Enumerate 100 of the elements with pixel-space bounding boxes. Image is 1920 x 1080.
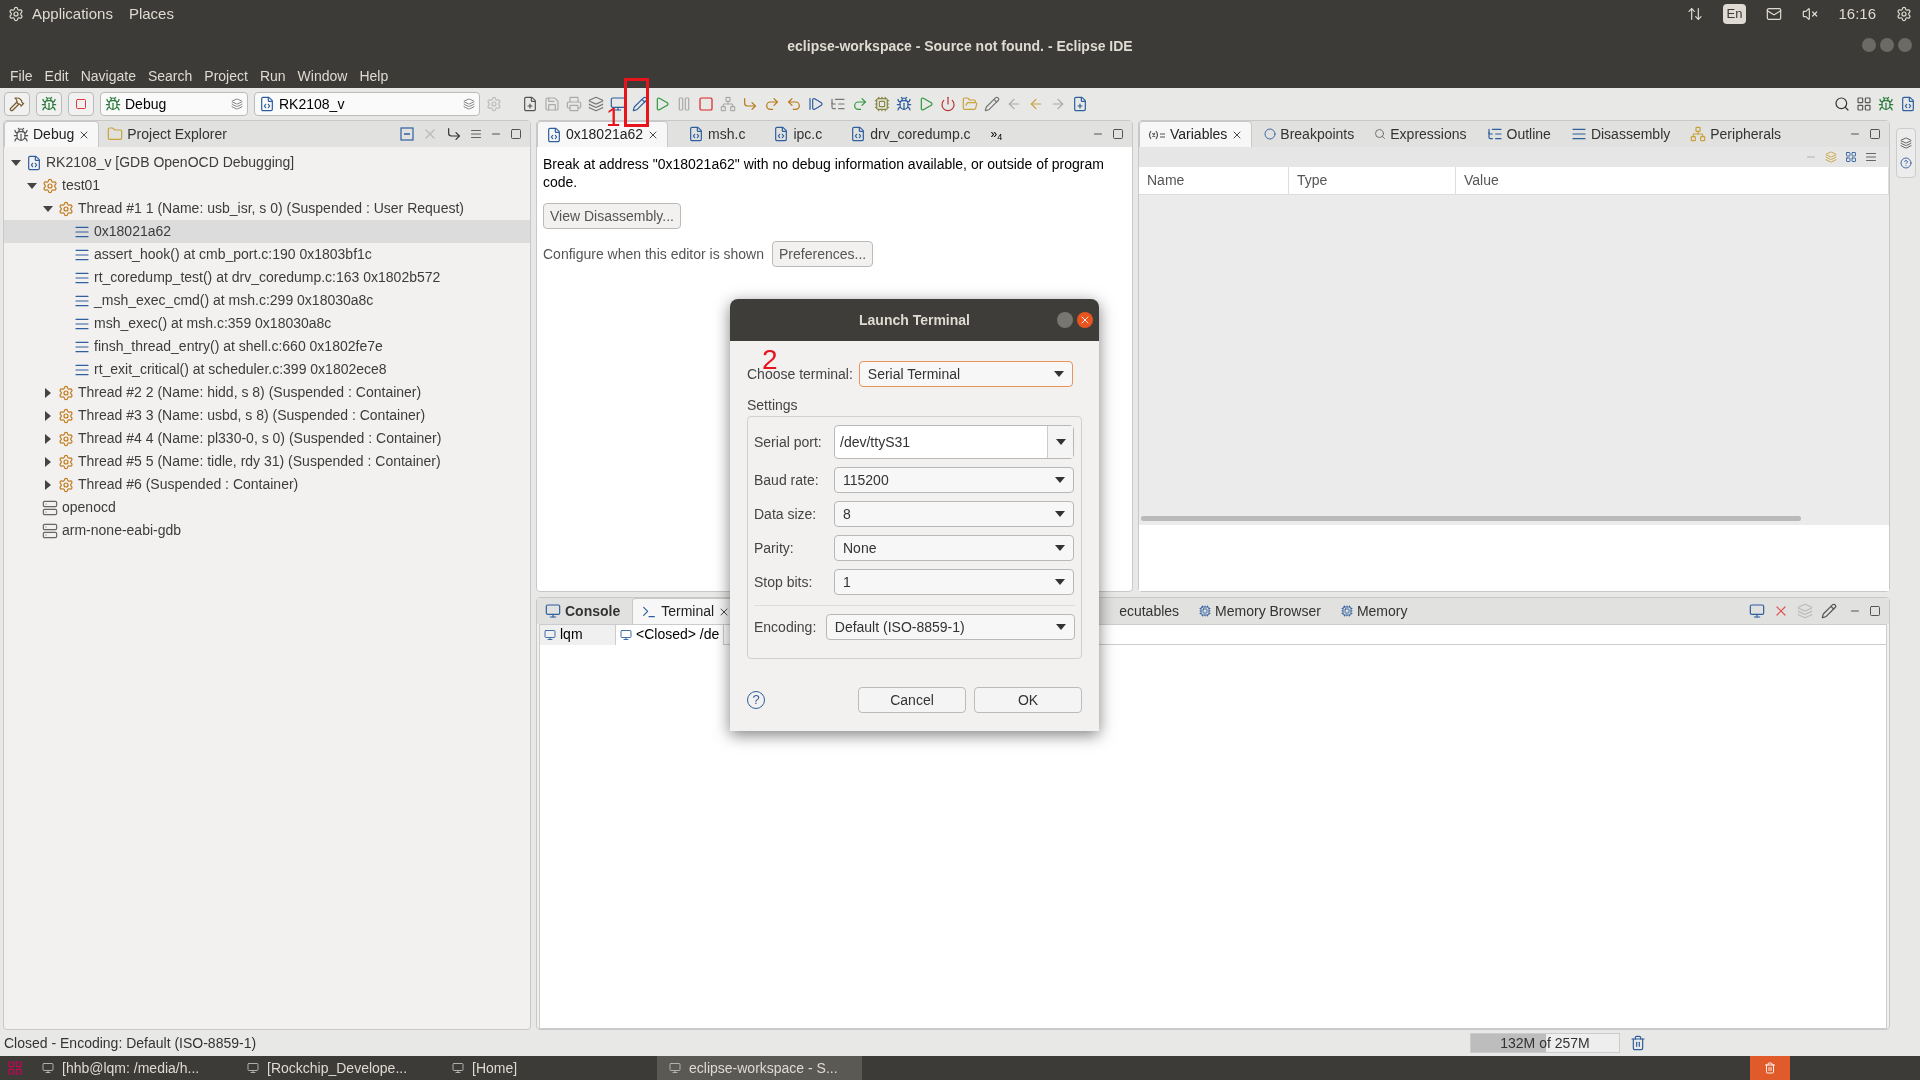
taskbar-item[interactable]: eclipse-workspace - S...	[657, 1056, 862, 1080]
view-tab[interactable]: Debug	[4, 121, 100, 147]
menu-item[interactable]: Edit	[38, 65, 75, 87]
panel-menu[interactable]: Applications	[32, 2, 113, 26]
build-button[interactable]	[4, 92, 30, 116]
view-tab[interactable]: ecutables	[1111, 598, 1188, 624]
clock[interactable]: 16:16	[1838, 2, 1876, 26]
column-header[interactable]: Value	[1456, 167, 1889, 194]
taskbar-item[interactable]: [Home]	[440, 1056, 645, 1080]
tree-item[interactable]: Thread #4 4 (Name: pl330-0, s 0) (Suspended : Container)	[4, 427, 530, 450]
tree-item[interactable]: Thread #6 (Suspended : Container)	[4, 473, 530, 496]
view-tab[interactable]: Disassembly	[1562, 121, 1679, 147]
step-into-button[interactable]	[742, 96, 758, 112]
tree-item[interactable]: assert_hook() at cmb_port.c:190 0x1803bf1c	[4, 243, 530, 266]
menu-item[interactable]: File	[4, 65, 39, 87]
pencil-button[interactable]	[984, 96, 1000, 112]
debug-button[interactable]	[36, 92, 62, 116]
dialog-button[interactable]: Cancel	[858, 687, 966, 713]
stop-button[interactable]	[68, 92, 94, 116]
editable-dropdown[interactable]: /dev/ttyS31	[834, 425, 1074, 459]
view-tab[interactable]: Outline	[1478, 121, 1559, 147]
dropdown[interactable]: 1	[834, 569, 1074, 595]
step-return-button[interactable]	[786, 96, 802, 112]
view-tab[interactable]: Expressions	[1366, 121, 1475, 147]
view-tab[interactable]: msh.c	[680, 121, 754, 147]
tree-item[interactable]: Thread #2 2 (Name: hidd, s 8) (Suspended : Container)	[4, 381, 530, 404]
dropdown[interactable]: Default (ISO-8859-1)	[825, 614, 1075, 640]
tree-item[interactable]: RK2108_v [GDB OpenOCD Debugging]	[4, 151, 530, 174]
tree-item[interactable]: Thread #3 3 (Name: usbd, s 8) (Suspended : Container)	[4, 404, 530, 427]
view-tab[interactable]: Breakpoints	[1256, 121, 1363, 147]
layers-button[interactable]	[588, 96, 604, 112]
stop-button[interactable]	[698, 96, 714, 112]
collapsed-arrow-icon[interactable]	[43, 479, 53, 490]
tree-item[interactable]: Thread #5 5 (Name: tidle, rdy 31) (Suspended : Container)	[4, 450, 530, 473]
collapsed-arrow-icon[interactable]	[43, 433, 53, 444]
view-tab[interactable]: Memory	[1332, 598, 1416, 624]
view-tab[interactable]: Peripherals	[1682, 121, 1790, 147]
tree-item[interactable]: openocd	[4, 496, 530, 519]
pencil-button[interactable]	[632, 96, 648, 112]
chip-button[interactable]	[874, 96, 890, 112]
taskbar-item[interactable]: [Rockchip_Develope...	[235, 1056, 440, 1080]
open-folder-button[interactable]	[962, 96, 978, 112]
view-disassembly-button[interactable]: View Disassembly...	[543, 203, 681, 229]
view-tab[interactable]: drv_coredump.c	[842, 121, 979, 147]
column-header[interactable]: Type	[1289, 167, 1456, 194]
view-tab[interactable]: Project Explorer	[99, 121, 235, 147]
dropdown[interactable]: 115200	[834, 467, 1074, 493]
menu-item[interactable]: Navigate	[74, 65, 142, 87]
external-tool-button[interactable]	[940, 96, 956, 112]
menu-item[interactable]: Help	[353, 65, 395, 87]
collapsed-arrow-icon[interactable]	[43, 410, 53, 421]
column-header[interactable]: Name	[1139, 167, 1289, 194]
view-tab[interactable]: Variables	[1139, 121, 1253, 147]
pause-button[interactable]	[676, 96, 692, 112]
panel-menu[interactable]: Places	[128, 2, 174, 26]
collapsed-arrow-icon[interactable]	[43, 387, 53, 398]
disconnect-button[interactable]	[720, 96, 736, 112]
minimize-window-button[interactable]	[1862, 38, 1876, 52]
list-button[interactable]	[830, 96, 846, 112]
maximize-window-button[interactable]	[1880, 38, 1894, 52]
tree-item[interactable]: msh_exec() at msh.c:359 0x18030a8c	[4, 312, 530, 335]
taskbar-item[interactable]: [hhb@lqm: /media/h...	[30, 1056, 235, 1080]
menu-item[interactable]: Project	[198, 65, 254, 87]
preferences-button[interactable]: Preferences...	[772, 241, 874, 267]
save-button[interactable]	[544, 96, 560, 112]
session-tab[interactable]: lqm	[540, 624, 616, 645]
dropdown[interactable]: None	[834, 535, 1074, 561]
resume-button[interactable]	[654, 96, 670, 112]
dialog-button[interactable]: OK	[974, 687, 1082, 713]
dropdown[interactable]: 8	[834, 501, 1074, 527]
tree-item[interactable]: 0x18021a62	[4, 220, 530, 243]
view-tab[interactable]: ipc.c	[765, 121, 831, 147]
menu-item[interactable]: Window	[291, 65, 354, 87]
tree-item[interactable]: test01	[4, 174, 530, 197]
new-file-button[interactable]	[522, 96, 538, 112]
keyboard-indicator[interactable]: En	[1722, 4, 1747, 24]
tree-item[interactable]: arm-none-eabi-gdb	[4, 519, 530, 542]
restart-button[interactable]	[852, 96, 868, 112]
dropdown[interactable]: Serial Terminal	[858, 361, 1073, 387]
expanded-arrow-icon[interactable]	[27, 180, 37, 191]
tree-item[interactable]: _msh_exec_cmd() at msh.c:299 0x18030a8c	[4, 289, 530, 312]
tree-item[interactable]: rt_coredump_test() at drv_coredump.c:163 0x1802b572	[4, 266, 530, 289]
arrow-left-button[interactable]	[1028, 96, 1044, 112]
expanded-arrow-icon[interactable]	[43, 203, 53, 214]
step-button[interactable]	[808, 96, 824, 112]
print-button[interactable]	[566, 96, 582, 112]
view-tab[interactable]: Memory Browser	[1191, 598, 1329, 624]
tree-item[interactable]: Thread #1 1 (Name: usb_isr, s 0) (Suspended : User Request)	[4, 197, 530, 220]
expanded-arrow-icon[interactable]	[11, 157, 21, 168]
step-over-button[interactable]	[764, 96, 780, 112]
tree-item[interactable]: finsh_thread_entry() at shell.c:660 0x1802fe7e	[4, 335, 530, 358]
view-tab[interactable]: Console	[537, 598, 629, 624]
debug-button[interactable]	[896, 96, 912, 112]
close-window-button[interactable]	[1077, 312, 1093, 328]
trash-applet[interactable]	[1750, 1056, 1790, 1080]
more-tabs-indicator[interactable]: »$_{4}$	[990, 125, 1003, 143]
horizontal-scrollbar[interactable]	[1141, 516, 1801, 521]
menu-item[interactable]: Run	[253, 65, 292, 87]
collapsed-arrow-icon[interactable]	[43, 456, 53, 467]
launch-config-dropdown[interactable]: RK2108_v	[254, 92, 480, 116]
